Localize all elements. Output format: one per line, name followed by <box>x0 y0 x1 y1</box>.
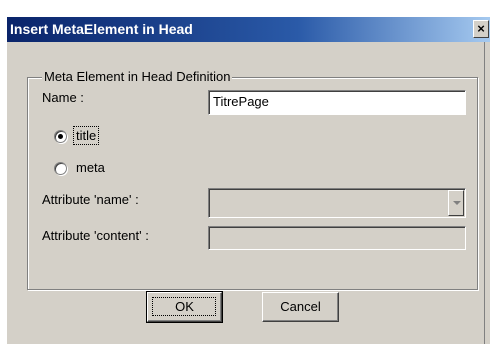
insert-meta-dialog: Insert MetaElement in Head × Meta Elemen… <box>6 16 490 344</box>
attribute-content-input[interactable] <box>208 226 466 250</box>
attribute-content-label: Attribute 'content' : <box>42 228 149 243</box>
dialog-right-edge <box>484 42 490 344</box>
radio-meta-label[interactable]: meta <box>76 160 105 175</box>
close-icon[interactable]: × <box>473 20 489 38</box>
attribute-name-dropdown[interactable] <box>208 188 466 218</box>
title-bar[interactable]: Insert MetaElement in Head × <box>7 17 490 42</box>
group-legend: Meta Element in Head Definition <box>42 69 233 84</box>
name-label: Name : <box>42 90 84 105</box>
cancel-button[interactable]: Cancel <box>262 292 339 322</box>
radio-title[interactable] <box>54 130 67 143</box>
chevron-down-icon <box>453 201 461 205</box>
cancel-button-label: Cancel <box>280 299 321 314</box>
radio-meta[interactable] <box>54 162 67 175</box>
window-title: Insert MetaElement in Head <box>10 21 193 37</box>
radio-title-focus <box>73 126 99 145</box>
name-input-value: TitrePage <box>213 94 269 109</box>
ok-button[interactable]: OK <box>146 291 223 323</box>
name-input[interactable]: TitrePage <box>208 90 466 115</box>
dropdown-button[interactable] <box>448 190 464 216</box>
radio-title-dot <box>58 134 63 139</box>
meta-definition-group: Meta Element in Head Definition Name : T… <box>27 69 478 290</box>
ok-button-label: OK <box>175 299 194 314</box>
attribute-name-label: Attribute 'name' : <box>42 192 139 207</box>
